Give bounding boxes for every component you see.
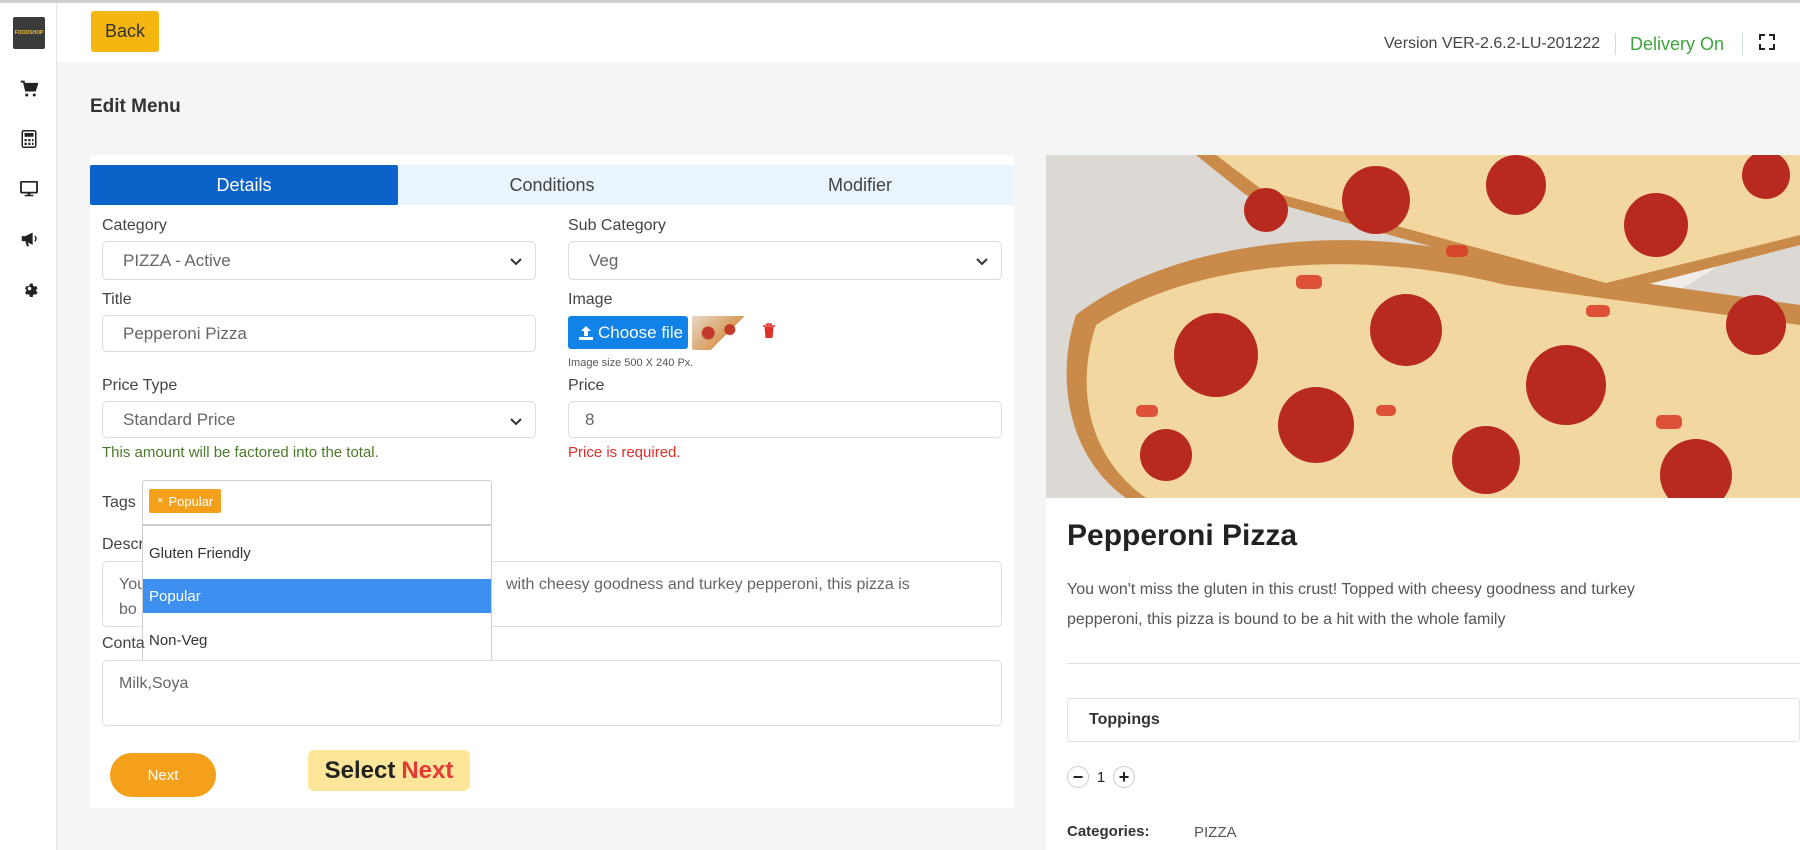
tab-bar: Details Conditions Modifier (90, 165, 1014, 205)
menu-preview: Pepperoni Pizza You won't miss the glute… (1046, 155, 1800, 850)
top-header: Back Version VER-2.6.2-LU-201222 Deliver… (57, 3, 1800, 62)
tags-input[interactable]: × Popular (142, 480, 492, 525)
tab-modifier[interactable]: Modifier (706, 165, 1014, 205)
chevron-down-icon (510, 258, 522, 266)
delivery-status[interactable]: Delivery On (1630, 34, 1724, 55)
title-label: Title (102, 291, 132, 308)
remove-tag-icon[interactable]: × (157, 495, 163, 507)
category-select[interactable]: PIZZA - Active (102, 241, 536, 280)
contains-textarea[interactable]: Milk,Soya (102, 660, 1002, 726)
increment-button[interactable]: + (1113, 766, 1135, 788)
price-type-label: Price Type (102, 377, 178, 394)
divider (1067, 663, 1800, 664)
sub-category-select[interactable]: Veg (568, 241, 1002, 280)
version-label: Version VER-2.6.2-LU-201222 (1384, 35, 1601, 52)
image-size-hint: Image size 500 X 240 Px. (568, 357, 694, 369)
monitor-icon[interactable] (18, 178, 40, 200)
toppings-section[interactable]: Toppings (1067, 698, 1800, 742)
contains-value: Milk,Soya (119, 675, 189, 692)
sub-category-value: Veg (589, 250, 619, 270)
sidebar: FOODSHOP (0, 3, 57, 850)
cart-icon[interactable] (18, 78, 40, 100)
price-label: Price (568, 377, 605, 394)
page-title: Edit Menu (90, 96, 181, 117)
tag-chip-popular[interactable]: × Popular (149, 489, 222, 513)
quantity-stepper: − 1 + (1067, 765, 1135, 789)
tag-option-gluten-friendly[interactable]: Gluten Friendly (143, 536, 491, 570)
callout-highlight: Next (401, 756, 454, 784)
preview-title: Pepperoni Pizza (1067, 519, 1298, 552)
image-thumbnail (692, 316, 746, 350)
megaphone-icon[interactable] (18, 228, 40, 250)
tag-option-non-veg[interactable]: Non-Veg (143, 623, 491, 657)
price-type-select[interactable]: Standard Price (102, 401, 536, 438)
categories-value: PIZZA (1194, 824, 1237, 841)
calculator-icon[interactable] (18, 128, 40, 150)
sub-category-label: Sub Category (568, 217, 666, 234)
preview-description: You won't miss the gluten in this crust!… (1067, 581, 1635, 628)
app-logo[interactable]: FOODSHOP (13, 17, 45, 49)
description-label: Descr (102, 536, 144, 553)
description-text-right: with cheesy goodness and turkey pepperon… (506, 576, 910, 593)
categories-label: Categories: (1067, 823, 1150, 840)
trash-icon[interactable] (762, 323, 776, 339)
tab-conditions[interactable]: Conditions (398, 165, 706, 205)
tags-dropdown: Gluten Friendly Popular Non-Veg (142, 525, 492, 661)
price-type-value: Standard Price (123, 409, 236, 429)
image-label: Image (568, 291, 613, 308)
chevron-down-icon (510, 418, 522, 426)
price-type-hint: This amount will be factored into the to… (102, 444, 379, 461)
pizza-image (1046, 155, 1800, 498)
description-text-left-2: bo (119, 601, 137, 618)
callout-prefix: Select (324, 756, 396, 784)
tag-chip-label: Popular (168, 493, 214, 509)
tags-label: Tags (102, 494, 136, 511)
tag-option-popular[interactable]: Popular (143, 579, 491, 613)
title-value: Pepperoni Pizza (123, 323, 247, 343)
contains-label: Conta (102, 635, 145, 652)
category-value: PIZZA - Active (123, 250, 231, 270)
choose-file-button[interactable]: Choose file (568, 316, 688, 349)
instruction-callout: Select Next (308, 750, 470, 791)
upload-icon (579, 325, 593, 340)
tab-details[interactable]: Details (90, 165, 398, 205)
quantity-value: 1 (1096, 768, 1106, 786)
back-button[interactable]: Back (91, 11, 159, 52)
category-label: Category (102, 217, 167, 234)
price-input[interactable]: 8 (568, 401, 1002, 438)
next-button[interactable]: Next (110, 753, 216, 797)
choose-file-label: Choose file (598, 322, 684, 342)
divider (1615, 33, 1616, 55)
title-input[interactable]: Pepperoni Pizza (102, 315, 536, 352)
edit-menu-form: Details Conditions Modifier Category PIZ… (90, 155, 1014, 808)
gear-icon[interactable] (18, 277, 40, 299)
price-value: 8 (585, 409, 595, 429)
fullscreen-icon[interactable] (1759, 34, 1777, 52)
price-error: Price is required. (568, 444, 681, 461)
chevron-down-icon (976, 258, 988, 266)
divider (1742, 33, 1743, 55)
decrement-button[interactable]: − (1067, 766, 1089, 788)
